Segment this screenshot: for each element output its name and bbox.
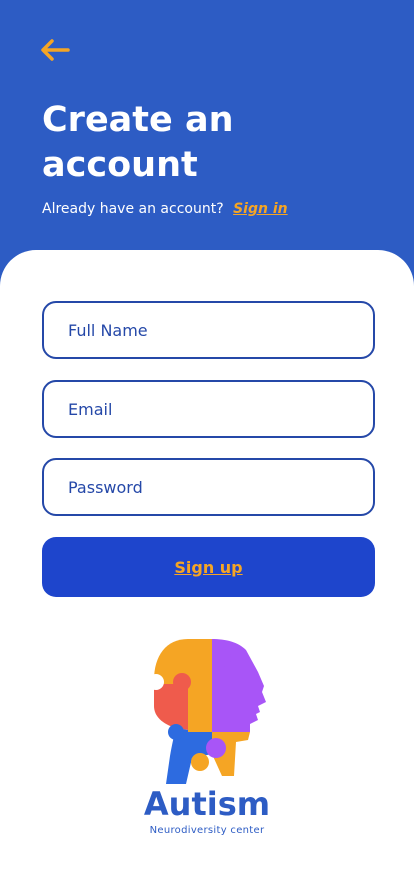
brand-logo: Autism Neurodiversity center	[126, 636, 288, 856]
puzzle-piece-orange-center	[188, 684, 212, 732]
puzzle-knob-left	[148, 674, 164, 690]
puzzle-knob-blue	[168, 724, 184, 740]
signin-row: Already have an account? Sign in	[42, 201, 288, 217]
puzzle-knob-top	[213, 649, 231, 667]
password-input[interactable]	[42, 458, 375, 516]
puzzle-head-icon	[148, 639, 266, 784]
email-input[interactable]	[42, 380, 375, 438]
puzzle-knob-red	[173, 673, 191, 691]
header: Create an account Already have an accoun…	[0, 0, 414, 270]
back-button[interactable]	[38, 36, 72, 64]
form-card: Sign up Autism Neurodiversity center	[0, 250, 414, 896]
page-title: Create an account	[42, 100, 234, 185]
signin-prompt: Already have an account?	[42, 201, 224, 217]
puzzle-knob-orange	[191, 753, 209, 771]
signin-link[interactable]: Sign in	[233, 201, 288, 217]
full-name-input[interactable]	[42, 301, 375, 359]
signup-button[interactable]: Sign up	[42, 537, 375, 597]
brand-name: Autism	[143, 785, 271, 823]
arrow-left-icon	[41, 39, 70, 61]
brand-tagline: Neurodiversity center	[149, 825, 265, 836]
puzzle-knob-purple	[206, 738, 226, 758]
